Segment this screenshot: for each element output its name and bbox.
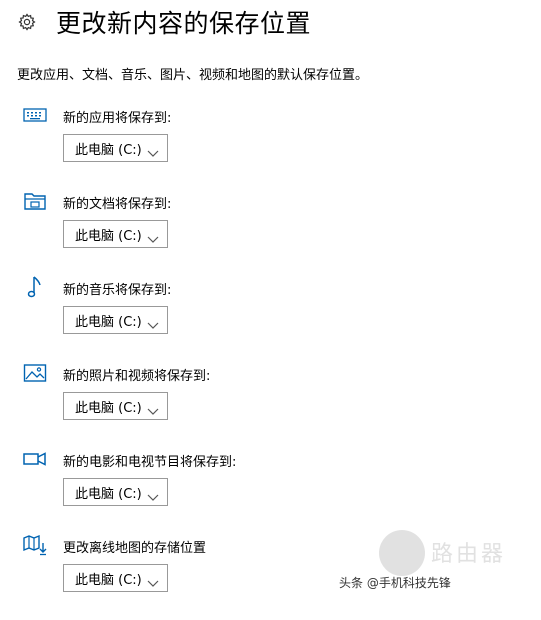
video-camera-icon: [22, 448, 48, 470]
apps-location-dropdown[interactable]: 此电脑 (C:): [63, 134, 168, 162]
dropdown-value: 此电脑 (C:): [75, 142, 142, 158]
chevron-down-icon: [147, 573, 159, 587]
chevron-down-icon: [147, 401, 159, 415]
page-description: 更改应用、文档、音乐、图片、视频和地图的默认保存位置。: [17, 68, 369, 83]
section-label: 新的照片和视频将保存到:: [63, 369, 211, 384]
gear-icon: [18, 13, 36, 31]
page-title: 更改新内容的保存位置: [56, 9, 312, 38]
dropdown-value: 此电脑 (C:): [75, 400, 142, 416]
dropdown-value: 此电脑 (C:): [75, 572, 142, 588]
watermark-caption: 头条 @手机科技先锋: [339, 576, 451, 590]
watermark-logo: [379, 530, 425, 576]
watermark-text: 路由器: [431, 542, 507, 567]
movies-location-dropdown[interactable]: 此电脑 (C:): [63, 478, 168, 506]
dropdown-value: 此电脑 (C:): [75, 314, 142, 330]
section-movies: 新的电影和电视节目将保存到: 此电脑 (C:): [0, 448, 541, 534]
section-label: 更改离线地图的存储位置: [63, 541, 207, 556]
chevron-down-icon: [147, 229, 159, 243]
maps-location-dropdown[interactable]: 此电脑 (C:): [63, 564, 168, 592]
section-label: 新的电影和电视节目将保存到:: [63, 455, 237, 470]
chevron-down-icon: [147, 143, 159, 157]
chevron-down-icon: [147, 487, 159, 501]
keyboard-icon: [22, 104, 48, 126]
picture-icon: [22, 362, 48, 384]
section-documents: 新的文档将保存到: 此电脑 (C:): [0, 190, 541, 276]
page-header: 更改新内容的保存位置: [18, 4, 311, 40]
dropdown-value: 此电脑 (C:): [75, 228, 142, 244]
section-music: 新的音乐将保存到: 此电脑 (C:): [0, 276, 541, 362]
section-label: 新的音乐将保存到:: [63, 283, 172, 298]
documents-location-dropdown[interactable]: 此电脑 (C:): [63, 220, 168, 248]
section-label: 新的应用将保存到:: [63, 111, 172, 126]
watermark: 路由器 头条 @手机科技先锋: [339, 530, 529, 592]
folder-icon: [22, 190, 48, 212]
section-label: 新的文档将保存到:: [63, 197, 172, 212]
chevron-down-icon: [147, 315, 159, 329]
music-location-dropdown[interactable]: 此电脑 (C:): [63, 306, 168, 334]
dropdown-value: 此电脑 (C:): [75, 486, 142, 502]
map-download-icon: [22, 534, 48, 556]
music-note-icon: [22, 276, 48, 298]
section-photos: 新的照片和视频将保存到: 此电脑 (C:): [0, 362, 541, 448]
section-apps: 新的应用将保存到: 此电脑 (C:): [0, 104, 541, 190]
photos-location-dropdown[interactable]: 此电脑 (C:): [63, 392, 168, 420]
